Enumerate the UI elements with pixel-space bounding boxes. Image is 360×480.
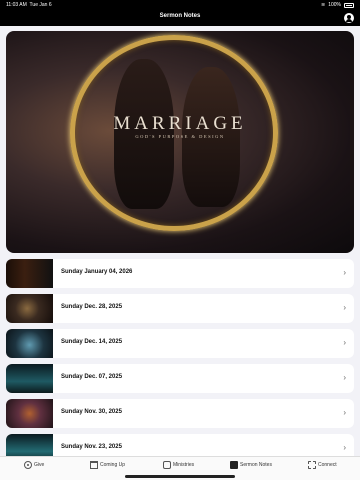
sermon-row[interactable]: Sunday January 04, 2026 › (6, 259, 354, 288)
tab-label: Connect (318, 462, 337, 468)
sermon-thumbnail (6, 399, 53, 428)
featured-sermon-banner[interactable]: MARRIAGE GOD'S PURPOSE & DESIGN (6, 31, 354, 253)
chevron-right-icon: › (343, 373, 346, 382)
sermon-date: Sunday Dec. 28, 2025 (61, 304, 123, 310)
give-icon (24, 461, 32, 469)
sermon-thumbnail (6, 434, 53, 456)
tab-coming-up[interactable]: Coming Up (90, 461, 125, 469)
page-title: Sermon Notes (159, 13, 201, 19)
status-time: 11:03 AM Tue Jan 6 (6, 2, 52, 8)
chevron-right-icon: › (343, 303, 346, 312)
sermon-row[interactable]: Sunday Dec. 14, 2025 › (6, 329, 354, 358)
profile-icon[interactable] (344, 13, 354, 23)
sermon-row[interactable]: Sunday Dec. 07, 2025 › (6, 364, 354, 393)
sermon-date: Sunday January 04, 2026 (61, 269, 133, 275)
sermon-row[interactable]: Sunday Nov. 30, 2025 › (6, 399, 354, 428)
tab-give[interactable]: Give (24, 461, 44, 469)
tab-sermon-notes[interactable]: Sermon Notes (230, 461, 272, 469)
sermon-date: Sunday Nov. 23, 2025 (61, 444, 122, 450)
ministries-icon (163, 461, 171, 469)
wifi-icon: ≋ (321, 2, 326, 8)
sermon-thumbnail (6, 329, 53, 358)
status-bar: 11:03 AM Tue Jan 6 ≋ 100% (0, 0, 360, 10)
tab-label: Give (34, 462, 45, 468)
app-header: Sermon Notes (0, 10, 360, 26)
sermon-date: Sunday Dec. 14, 2025 (61, 339, 123, 345)
chevron-right-icon: › (343, 443, 346, 452)
sermon-row[interactable]: Sunday Dec. 28, 2025 › (6, 294, 354, 323)
battery-icon (344, 2, 354, 8)
sermon-row[interactable]: Sunday Nov. 23, 2025 › (6, 434, 354, 456)
chevron-right-icon: › (343, 268, 346, 277)
main-content[interactable]: MARRIAGE GOD'S PURPOSE & DESIGN Sunday J… (0, 26, 360, 456)
battery-percent: 100% (328, 2, 341, 8)
banner-title: MARRIAGE (113, 113, 247, 134)
tab-connect[interactable]: Connect (308, 461, 337, 469)
connect-icon (308, 461, 316, 469)
tab-ministries[interactable]: Ministries (163, 461, 194, 469)
calendar-icon (90, 461, 98, 469)
chevron-right-icon: › (343, 408, 346, 417)
sermon-date: Sunday Dec. 07, 2025 (61, 374, 123, 380)
sermon-thumbnail (6, 294, 53, 323)
sermon-thumbnail (6, 259, 53, 288)
chevron-right-icon: › (343, 338, 346, 347)
sermon-date: Sunday Nov. 30, 2025 (61, 409, 122, 415)
home-indicator (125, 475, 235, 478)
notes-icon (230, 461, 238, 469)
tab-bar: Give Coming Up Ministries Sermon Notes C… (0, 456, 360, 480)
tab-label: Ministries (173, 462, 195, 468)
banner-subtitle: GOD'S PURPOSE & DESIGN (135, 134, 225, 139)
sermon-list: Sunday January 04, 2026 › Sunday Dec. 28… (6, 259, 354, 456)
sermon-thumbnail (6, 364, 53, 393)
tab-label: Sermon Notes (240, 462, 272, 468)
tab-label: Coming Up (100, 462, 126, 468)
status-right: ≋ 100% (321, 2, 354, 8)
